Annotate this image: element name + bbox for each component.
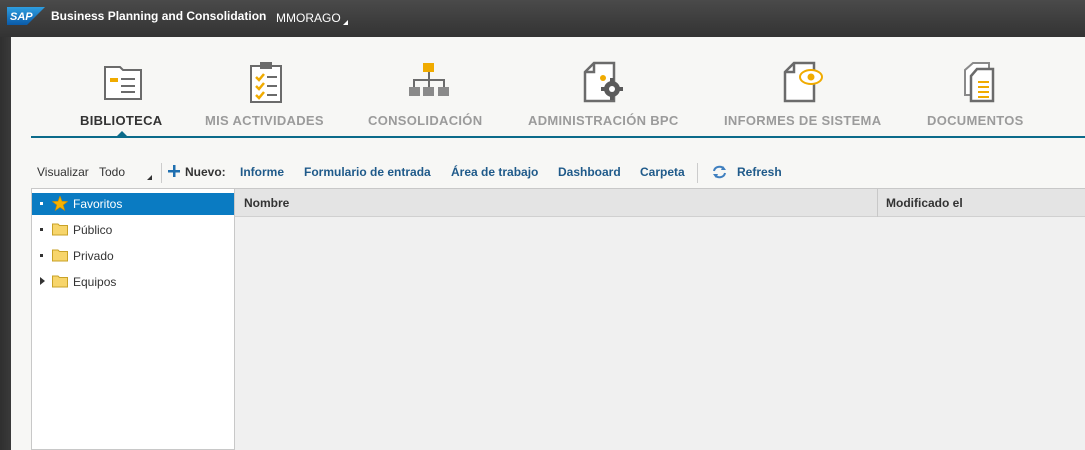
documents-grid: Nombre Modificado el bbox=[235, 188, 1085, 450]
tree-bullet bbox=[40, 202, 43, 205]
tree-item-label: Favoritos bbox=[73, 197, 123, 211]
tree-bullet bbox=[40, 254, 43, 257]
left-edge-strip bbox=[0, 37, 11, 450]
folder-icon bbox=[52, 275, 68, 288]
toolbar: Visualizar Todo Nuevo: Informe Formulari… bbox=[11, 161, 1085, 185]
tab-label: INFORMES DE SISTEMA bbox=[724, 113, 882, 128]
shell-header: SAP Business Planning and Consolidation … bbox=[0, 0, 1085, 37]
column-header-nombre[interactable]: Nombre bbox=[244, 196, 289, 210]
hierarchy-icon bbox=[409, 63, 449, 96]
tree-item-favoritos[interactable]: Favoritos bbox=[32, 193, 234, 215]
documents-stack-icon bbox=[964, 62, 995, 103]
tab-consolidacion[interactable]: CONSOLIDACIÓN bbox=[368, 37, 493, 137]
new-dashboard-link[interactable]: Dashboard bbox=[558, 165, 621, 179]
tab-label: DOCUMENTOS bbox=[927, 113, 1024, 128]
tab-documentos[interactable]: DOCUMENTOS bbox=[927, 37, 1037, 137]
tree-item-privado[interactable]: Privado bbox=[32, 245, 234, 267]
column-header-modificado[interactable]: Modificado el bbox=[886, 196, 963, 210]
refresh-icon[interactable] bbox=[712, 165, 727, 179]
tabs-underline bbox=[31, 136, 1085, 138]
folder-icon bbox=[52, 223, 68, 236]
tree-item-label: Equipos bbox=[73, 275, 117, 289]
column-divider[interactable] bbox=[877, 189, 878, 217]
tab-mis-actividades[interactable]: MIS ACTIVIDADES bbox=[205, 37, 335, 137]
document-eye-icon bbox=[783, 61, 823, 103]
active-tab-pointer-icon bbox=[116, 131, 128, 137]
user-menu[interactable]: MMORAGO bbox=[276, 11, 341, 25]
star-icon bbox=[52, 196, 68, 211]
tree-item-label: Público bbox=[73, 223, 113, 237]
folder-icon bbox=[52, 249, 68, 262]
tab-label: BIBLIOTECA bbox=[80, 113, 163, 128]
visualizar-label: Visualizar bbox=[37, 165, 89, 179]
tree-bullet bbox=[40, 228, 43, 231]
tab-label: CONSOLIDACIÓN bbox=[368, 113, 483, 128]
refresh-button[interactable]: Refresh bbox=[737, 165, 782, 179]
tab-label: MIS ACTIVIDADES bbox=[205, 113, 324, 128]
nuevo-label: Nuevo: bbox=[185, 165, 226, 179]
clipboard-checklist-icon bbox=[250, 62, 282, 103]
new-carpeta-link[interactable]: Carpeta bbox=[640, 165, 685, 179]
expand-arrow-icon[interactable] bbox=[40, 277, 45, 285]
grid-header: Nombre Modificado el bbox=[235, 189, 1085, 217]
tree-item-publico[interactable]: Público bbox=[32, 219, 234, 241]
visualizar-dropdown-caret-icon[interactable] bbox=[147, 175, 152, 180]
library-icon bbox=[104, 66, 142, 100]
tab-informes-de-sistema[interactable]: INFORMES DE SISTEMA bbox=[724, 37, 894, 137]
svg-text:SAP: SAP bbox=[10, 11, 33, 23]
sap-logo-icon: SAP bbox=[7, 7, 45, 25]
toolbar-separator bbox=[161, 163, 162, 183]
plus-icon[interactable] bbox=[168, 165, 180, 177]
new-formulario-link[interactable]: Formulario de entrada bbox=[304, 165, 431, 179]
tab-label: ADMINISTRACIÓN BPC bbox=[528, 113, 679, 128]
tree-item-equipos[interactable]: Equipos bbox=[32, 271, 234, 293]
tab-administracion-bpc[interactable]: ADMINISTRACIÓN BPC bbox=[528, 37, 693, 137]
folder-tree: Favoritos Público Privado Equipos bbox=[31, 188, 235, 450]
toolbar-separator bbox=[697, 163, 698, 183]
visualizar-select[interactable]: Todo bbox=[99, 165, 125, 179]
app-title: Business Planning and Consolidation bbox=[51, 9, 267, 23]
tree-item-label: Privado bbox=[73, 249, 114, 263]
main-panel: BIBLIOTECA MIS ACTIVIDADES CONSOLIDACIÓN… bbox=[11, 37, 1085, 450]
document-gear-icon bbox=[583, 61, 623, 103]
new-informe-link[interactable]: Informe bbox=[240, 165, 284, 179]
new-area-trabajo-link[interactable]: Área de trabajo bbox=[451, 165, 538, 179]
tab-biblioteca[interactable]: BIBLIOTECA bbox=[80, 37, 180, 137]
user-menu-caret-icon[interactable] bbox=[343, 20, 348, 25]
